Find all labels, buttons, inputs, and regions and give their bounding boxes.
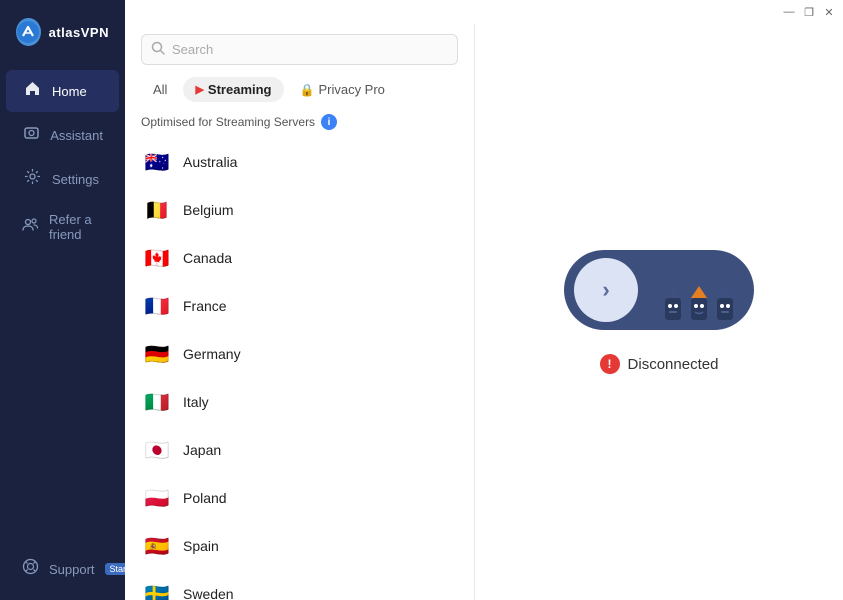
country-item-australia[interactable]: 🇦🇺 Australia — [133, 138, 466, 186]
search-input-wrap — [141, 34, 458, 65]
privacy-shield-icon: 🔒 — [300, 83, 315, 97]
flag-australia: 🇦🇺 — [143, 148, 171, 176]
vpn-characters — [662, 286, 736, 322]
flag-canada: 🇨🇦 — [143, 244, 171, 272]
sidebar-item-refer[interactable]: Refer a friend — [6, 202, 119, 252]
vpn-toggle-thumb: › — [574, 258, 638, 322]
maximize-button[interactable]: ❐ — [803, 6, 815, 18]
content-area: All ▶ Streaming 🔒 Privacy Pro Optimised … — [125, 24, 843, 600]
flag-italy: 🇮🇹 — [143, 388, 171, 416]
sidebar-support-label: Support — [49, 562, 95, 577]
country-list: 🇦🇺 Australia 🇧🇪 Belgium 🇨🇦 Canada 🇫🇷 Fra… — [125, 138, 474, 600]
country-name-canada: Canada — [183, 250, 232, 266]
disconnected-status: ! Disconnected — [600, 354, 719, 374]
country-name-italy: Italy — [183, 394, 209, 410]
sidebar-item-assistant[interactable]: Assistant — [6, 114, 119, 156]
country-name-sweden: Sweden — [183, 586, 234, 600]
logo-text: atlasVPN — [49, 25, 109, 40]
flag-france: 🇫🇷 — [143, 292, 171, 320]
sidebar-item-settings[interactable]: Settings — [6, 158, 119, 200]
country-name-france: France — [183, 298, 227, 314]
sidebar-home-label: Home — [52, 84, 87, 99]
tab-streaming-label: Streaming — [208, 82, 272, 97]
logo-icon — [16, 18, 41, 46]
character-2 — [688, 286, 710, 322]
country-name-spain: Spain — [183, 538, 219, 554]
chevron-right-icon: › — [602, 277, 609, 303]
flag-spain: 🇪🇸 — [143, 532, 171, 560]
support-icon — [22, 558, 39, 580]
country-item-sweden[interactable]: 🇸🇪 Sweden — [133, 570, 466, 600]
country-name-japan: Japan — [183, 442, 221, 458]
status-text: Disconnected — [628, 356, 719, 373]
vpn-illustration: › — [564, 250, 754, 330]
sidebar-assistant-label: Assistant — [50, 128, 103, 143]
right-panel: › — [475, 24, 843, 600]
flag-poland: 🇵🇱 — [143, 484, 171, 512]
left-panel: All ▶ Streaming 🔒 Privacy Pro Optimised … — [125, 24, 475, 600]
country-item-france[interactable]: 🇫🇷 France — [133, 282, 466, 330]
country-item-belgium[interactable]: 🇧🇪 Belgium — [133, 186, 466, 234]
title-bar: — ❐ ✕ — [125, 0, 843, 24]
tab-privacy-label: Privacy Pro — [318, 82, 384, 97]
character-1 — [662, 286, 684, 322]
flag-germany: 🇩🇪 — [143, 340, 171, 368]
sidebar-item-home[interactable]: Home — [6, 70, 119, 112]
search-bar — [125, 24, 474, 73]
tab-streaming[interactable]: ▶ Streaming — [183, 77, 283, 102]
flag-belgium: 🇧🇪 — [143, 196, 171, 224]
tabs: All ▶ Streaming 🔒 Privacy Pro — [125, 73, 474, 110]
country-name-australia: Australia — [183, 154, 237, 170]
optimized-label: Optimised for Streaming Servers i — [125, 110, 474, 138]
status-error-icon: ! — [600, 354, 620, 374]
country-item-poland[interactable]: 🇵🇱 Poland — [133, 474, 466, 522]
country-item-italy[interactable]: 🇮🇹 Italy — [133, 378, 466, 426]
logo: atlasVPN — [0, 0, 125, 66]
country-name-poland: Poland — [183, 490, 227, 506]
assistant-icon — [22, 124, 40, 146]
flag-japan: 🇯🇵 — [143, 436, 171, 464]
tab-privacy[interactable]: 🔒 Privacy Pro — [288, 77, 397, 102]
streaming-play-icon: ▶ — [195, 83, 203, 96]
country-item-spain[interactable]: 🇪🇸 Spain — [133, 522, 466, 570]
home-icon — [22, 80, 42, 102]
sidebar-item-support[interactable]: Support Start — [6, 548, 119, 590]
tab-all[interactable]: All — [141, 77, 179, 102]
country-name-germany: Germany — [183, 346, 241, 362]
minimize-button[interactable]: — — [783, 6, 795, 18]
settings-icon — [22, 168, 42, 190]
search-input[interactable] — [141, 34, 458, 65]
nav-items: Home Assistant Settings — [0, 66, 125, 548]
country-item-germany[interactable]: 🇩🇪 Germany — [133, 330, 466, 378]
close-button[interactable]: ✕ — [823, 6, 835, 18]
main-panel: — ❐ ✕ All — [125, 0, 843, 600]
flag-sweden: 🇸🇪 — [143, 580, 171, 600]
vpn-toggle[interactable]: › — [564, 250, 754, 330]
sidebar: atlasVPN Home Assistant — [0, 0, 125, 600]
optimized-text: Optimised for Streaming Servers — [141, 115, 315, 129]
sidebar-settings-label: Settings — [52, 172, 99, 187]
search-icon — [151, 41, 165, 58]
info-icon[interactable]: i — [321, 114, 337, 130]
country-item-canada[interactable]: 🇨🇦 Canada — [133, 234, 466, 282]
sidebar-bottom: Support Start — [0, 548, 125, 600]
sidebar-refer-label: Refer a friend — [49, 212, 103, 242]
character-3 — [714, 286, 736, 322]
country-name-belgium: Belgium — [183, 202, 234, 218]
country-item-japan[interactable]: 🇯🇵 Japan — [133, 426, 466, 474]
refer-icon — [22, 216, 39, 238]
